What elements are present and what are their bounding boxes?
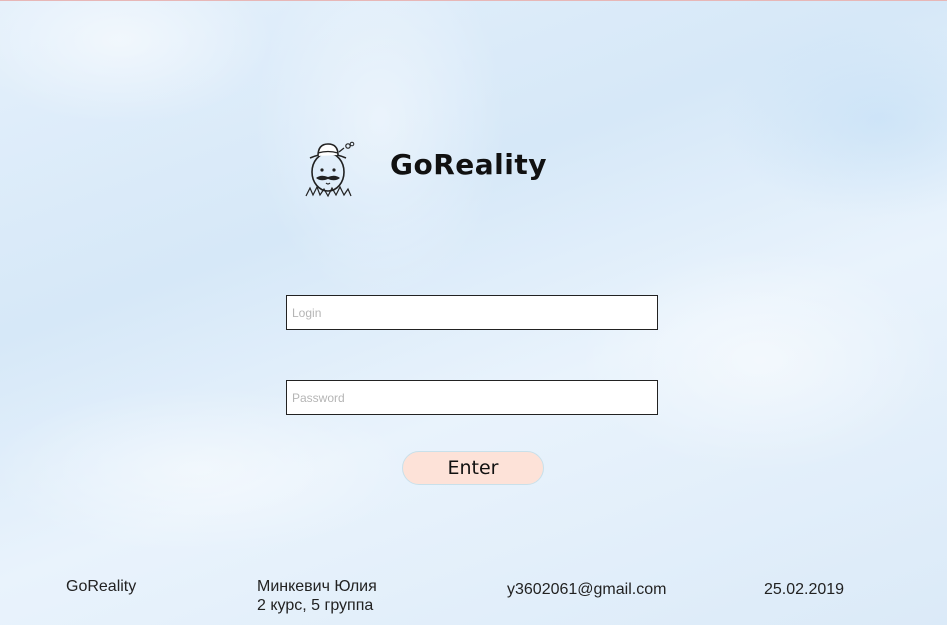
footer-brand: GoReality <box>66 578 137 595</box>
footer-author-name: Минкевич Юлия <box>257 578 377 595</box>
app-title: GoReality <box>390 148 547 181</box>
password-input[interactable] <box>286 380 658 415</box>
enter-button[interactable]: Enter <box>402 451 544 485</box>
footer-author-group: 2 курс, 5 группа <box>257 597 374 614</box>
logo-header: GoReality <box>300 132 560 202</box>
mustached-egg-with-hat-icon <box>304 138 360 198</box>
footer-date: 25.02.2019 <box>764 581 845 598</box>
top-border-line <box>0 0 947 1</box>
footer-author: Минкевич Юлия 2 курс, 5 группа <box>257 577 377 615</box>
login-input[interactable] <box>286 295 658 330</box>
footer-email: y3602061@gmail.com <box>507 581 667 598</box>
